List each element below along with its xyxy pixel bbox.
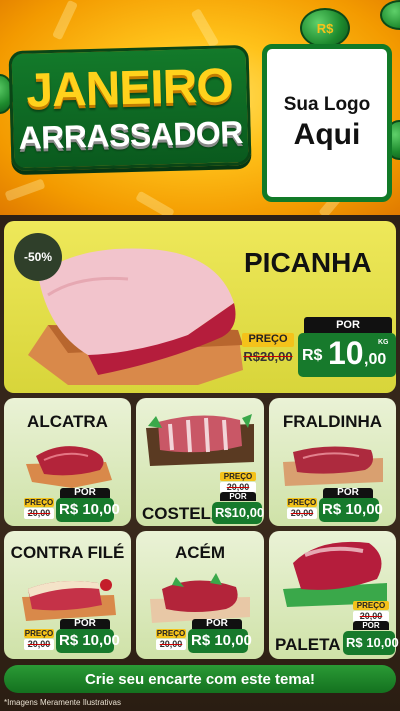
product-card-alcatra[interactable]: ALCATRA PREÇO 20,00 POR R$ 10,00 [4, 398, 131, 526]
cta-button[interactable]: Crie seu encarte com este tema! [4, 665, 396, 693]
por-label: POR [353, 621, 389, 630]
product-card-paleta[interactable]: PALETA PREÇO 20,00 POR R$ 10,00 [269, 531, 399, 659]
product-card-contra-file[interactable]: CONTRA FILÉ PREÇO 20,00 POR R$ 10,00 [4, 531, 131, 659]
disclaimer-text: *Imagens Meramente Ilustrativas [4, 698, 121, 707]
preco-label: PREÇO [24, 498, 54, 507]
featured-product-card[interactable]: -50% PICANHA PREÇO R$20,00 POR R$ 10 ,00… [4, 221, 396, 393]
preco-label: PREÇO [353, 601, 389, 610]
preco-label: PREÇO [24, 629, 54, 638]
featured-price: R$ 10 ,00 KG [298, 333, 396, 377]
logo-text-line-1: Sua Logo [283, 94, 371, 115]
logo-text-line-2: Aqui [293, 118, 361, 151]
preco-label: PREÇO [156, 629, 186, 638]
confetti [190, 8, 220, 48]
old-price: 20,00 [287, 508, 317, 519]
title-line-2: ARRASSADOR [18, 114, 244, 156]
product-name: ACÉM [174, 543, 226, 562]
preco-label: PREÇO [287, 498, 317, 507]
por-label: POR [60, 488, 110, 498]
product-price: R$ 10,00 [343, 631, 399, 655]
price-cents: ,00 [364, 351, 387, 368]
por-label: POR [220, 492, 256, 501]
unit-label: KG [378, 339, 389, 346]
price-currency: R$ [302, 347, 323, 364]
preco-label: PREÇO [220, 472, 256, 481]
por-label: POR [192, 619, 242, 629]
confetti [135, 190, 175, 215]
por-label: POR [304, 317, 392, 333]
featured-product-name: PICANHA [244, 247, 372, 278]
old-price: 20,00 [156, 639, 186, 650]
hero-banner: R$ JANEIRO ARRASSADOR Sua Logo Aqui [0, 0, 400, 215]
price-integer: 10 [328, 335, 364, 371]
por-label: POR [60, 619, 110, 629]
title-line-1: JANEIRO [25, 59, 234, 118]
alcatra-image [26, 446, 112, 488]
product-card-fraldinha[interactable]: FRALDINHA PREÇO 20,00 POR R$ 10,00 [269, 398, 396, 526]
paleta-image [283, 541, 387, 607]
logo-placeholder[interactable]: Sua Logo Aqui [262, 44, 392, 202]
old-price: 20,00 [24, 639, 54, 650]
coin-icon [380, 0, 400, 30]
acem-image [150, 573, 250, 623]
product-price: R$ 10,00 [56, 629, 120, 653]
contra-file-image [22, 579, 116, 621]
products-section: -50% PICANHA PREÇO R$20,00 POR R$ 10 ,00… [0, 215, 400, 711]
product-name: FRALDINHA [282, 412, 383, 431]
confetti [4, 178, 46, 202]
confetti [52, 0, 78, 41]
product-name: ALCATRA [27, 412, 108, 431]
discount-badge: -50% [14, 233, 62, 281]
costela-image [146, 414, 254, 466]
preco-label: PREÇO [242, 333, 294, 347]
old-price: R$20,00 [243, 349, 293, 364]
campaign-title: JANEIRO ARRASSADOR [8, 44, 252, 172]
por-label: POR [323, 488, 373, 498]
product-name: CONTRA FILÉ [10, 543, 125, 562]
coin-icon: R$ [300, 8, 350, 48]
product-price: R$10,00 [212, 502, 264, 524]
product-card-costela[interactable]: COSTELA PREÇO 20,00 POR R$10,00 [136, 398, 264, 526]
old-price: 20,00 [24, 508, 54, 519]
product-price: R$ 10,00 [56, 498, 120, 522]
product-card-acem[interactable]: ACÉM PREÇO 20,00 POR R$ 10,00 [136, 531, 264, 659]
product-name: PALETA [275, 635, 341, 654]
product-price: R$ 10,00 [319, 498, 383, 522]
fraldinha-image [283, 446, 383, 486]
product-price: R$ 10,00 [188, 629, 252, 653]
